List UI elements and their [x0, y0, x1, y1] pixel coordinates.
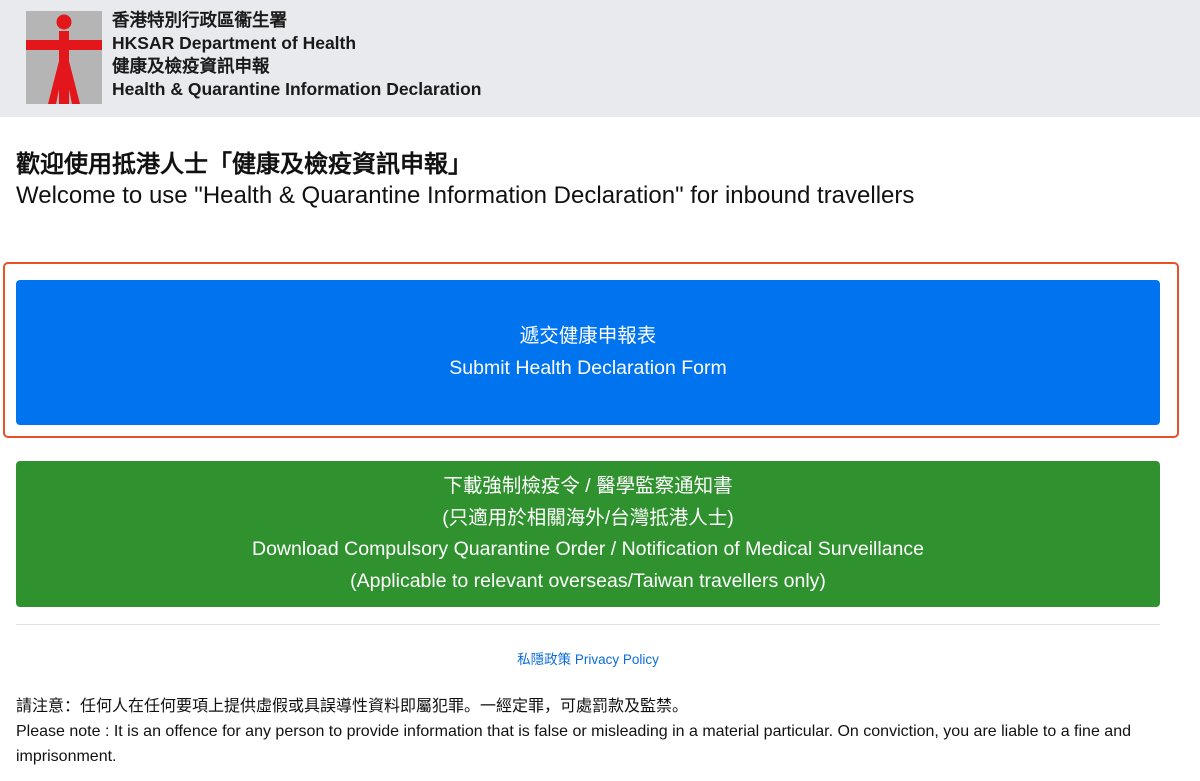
download-button-note-en: (Applicable to relevant overseas/Taiwan … — [350, 569, 826, 592]
org-name-zh: 香港特別行政區衞生署 — [112, 10, 287, 30]
header-title-block: 香港特別行政區衞生署 HKSAR Department of Health 健康… — [112, 9, 482, 101]
app-name-en: Health & Quarantine Information Declarat… — [112, 79, 482, 99]
submit-health-declaration-button[interactable]: 遞交健康申報表 Submit Health Declaration Form — [16, 280, 1160, 425]
welcome-heading-zh: 歡迎使用抵港人士「健康及檢疫資訊申報」 — [16, 151, 472, 178]
site-header: 香港特別行政區衞生署 HKSAR Department of Health 健康… — [0, 0, 1200, 117]
divider — [16, 624, 1160, 625]
app-name-zh: 健康及檢疫資訊申報 — [112, 56, 270, 76]
download-button-label-en: Download Compulsory Quarantine Order / N… — [252, 538, 924, 560]
download-button-label-zh: 下載強制檢疫令 / 醫學監察通知書 — [443, 475, 733, 497]
download-quarantine-order-button[interactable]: 下載強制檢疫令 / 醫學監察通知書 (只適用於相關海外/台灣抵港人士) Down… — [16, 461, 1160, 607]
org-name-en: HKSAR Department of Health — [112, 33, 357, 53]
privacy-policy-link[interactable]: 私隱政策 Privacy Policy — [0, 648, 1176, 668]
welcome-heading-en: Welcome to use "Health & Quarantine Info… — [16, 182, 915, 209]
legal-notice: 請注意：任何人在任何要項上提供虛假或具誤導性資料即屬犯罪。一經定罪，可處罰款及監… — [16, 694, 1166, 769]
submit-button-label-zh: 遞交健康申報表 — [519, 325, 657, 347]
dh-logo-icon — [26, 11, 102, 104]
legal-notice-zh: 請注意：任何人在任何要項上提供虛假或具誤導性資料即屬犯罪。一經定罪，可處罰款及監… — [16, 698, 689, 715]
submit-button-label-en: Submit Health Declaration Form — [449, 356, 727, 379]
download-button-note-zh: (只適用於相關海外/台灣抵港人士) — [442, 506, 734, 529]
legal-notice-en: Please note : It is an offence for any p… — [16, 723, 1131, 765]
welcome-heading: 歡迎使用抵港人士「健康及檢疫資訊申報」 Welcome to use "Heal… — [16, 149, 1176, 211]
